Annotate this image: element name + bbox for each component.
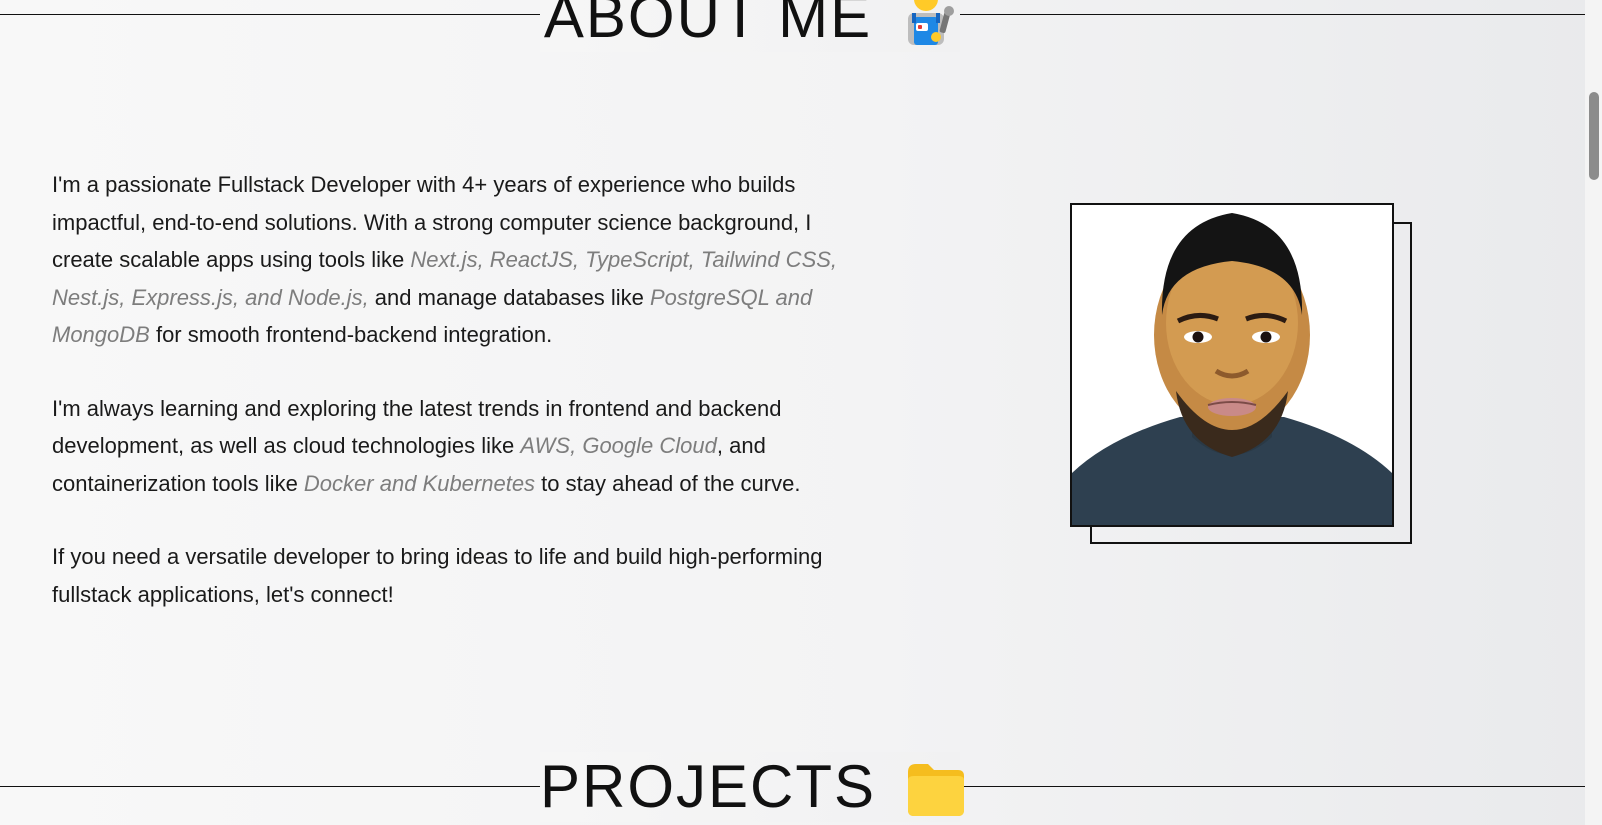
portfolio-page: ABOUT ME I'm a passionate Fullstack Deve…	[0, 0, 1585, 825]
about-bio: I'm a passionate Fullstack Developer wit…	[52, 166, 852, 649]
about-heading-text: ABOUT ME	[543, 0, 873, 50]
bio-paragraph: If you need a versatile developer to bri…	[52, 538, 852, 613]
bio-text: If you need a versatile developer to bri…	[52, 544, 823, 607]
mechanic-icon	[902, 0, 956, 45]
tech-stack-highlight: Docker and Kubernetes	[303, 470, 536, 496]
profile-photo	[1072, 205, 1392, 525]
folder-icon	[906, 760, 965, 816]
bio-paragraph: I'm always learning and exploring the la…	[52, 390, 852, 503]
bio-text: to stay ahead of the curve.	[535, 470, 801, 496]
profile-photo-frame	[1070, 203, 1394, 527]
about-heading: ABOUT ME	[540, 0, 960, 52]
projects-heading-text: PROJECTS	[539, 753, 877, 820]
bio-paragraph: I'm a passionate Fullstack Developer wit…	[52, 166, 852, 354]
scrollbar-thumb[interactable]	[1589, 92, 1599, 180]
projects-heading: PROJECTS	[539, 752, 965, 822]
page-scrollbar[interactable]	[1585, 0, 1602, 825]
bio-text: for smooth frontend-backend integration.	[149, 322, 553, 347]
bio-text: and manage databases like	[368, 284, 650, 310]
tech-stack-highlight: AWS, Google Cloud	[520, 433, 717, 458]
